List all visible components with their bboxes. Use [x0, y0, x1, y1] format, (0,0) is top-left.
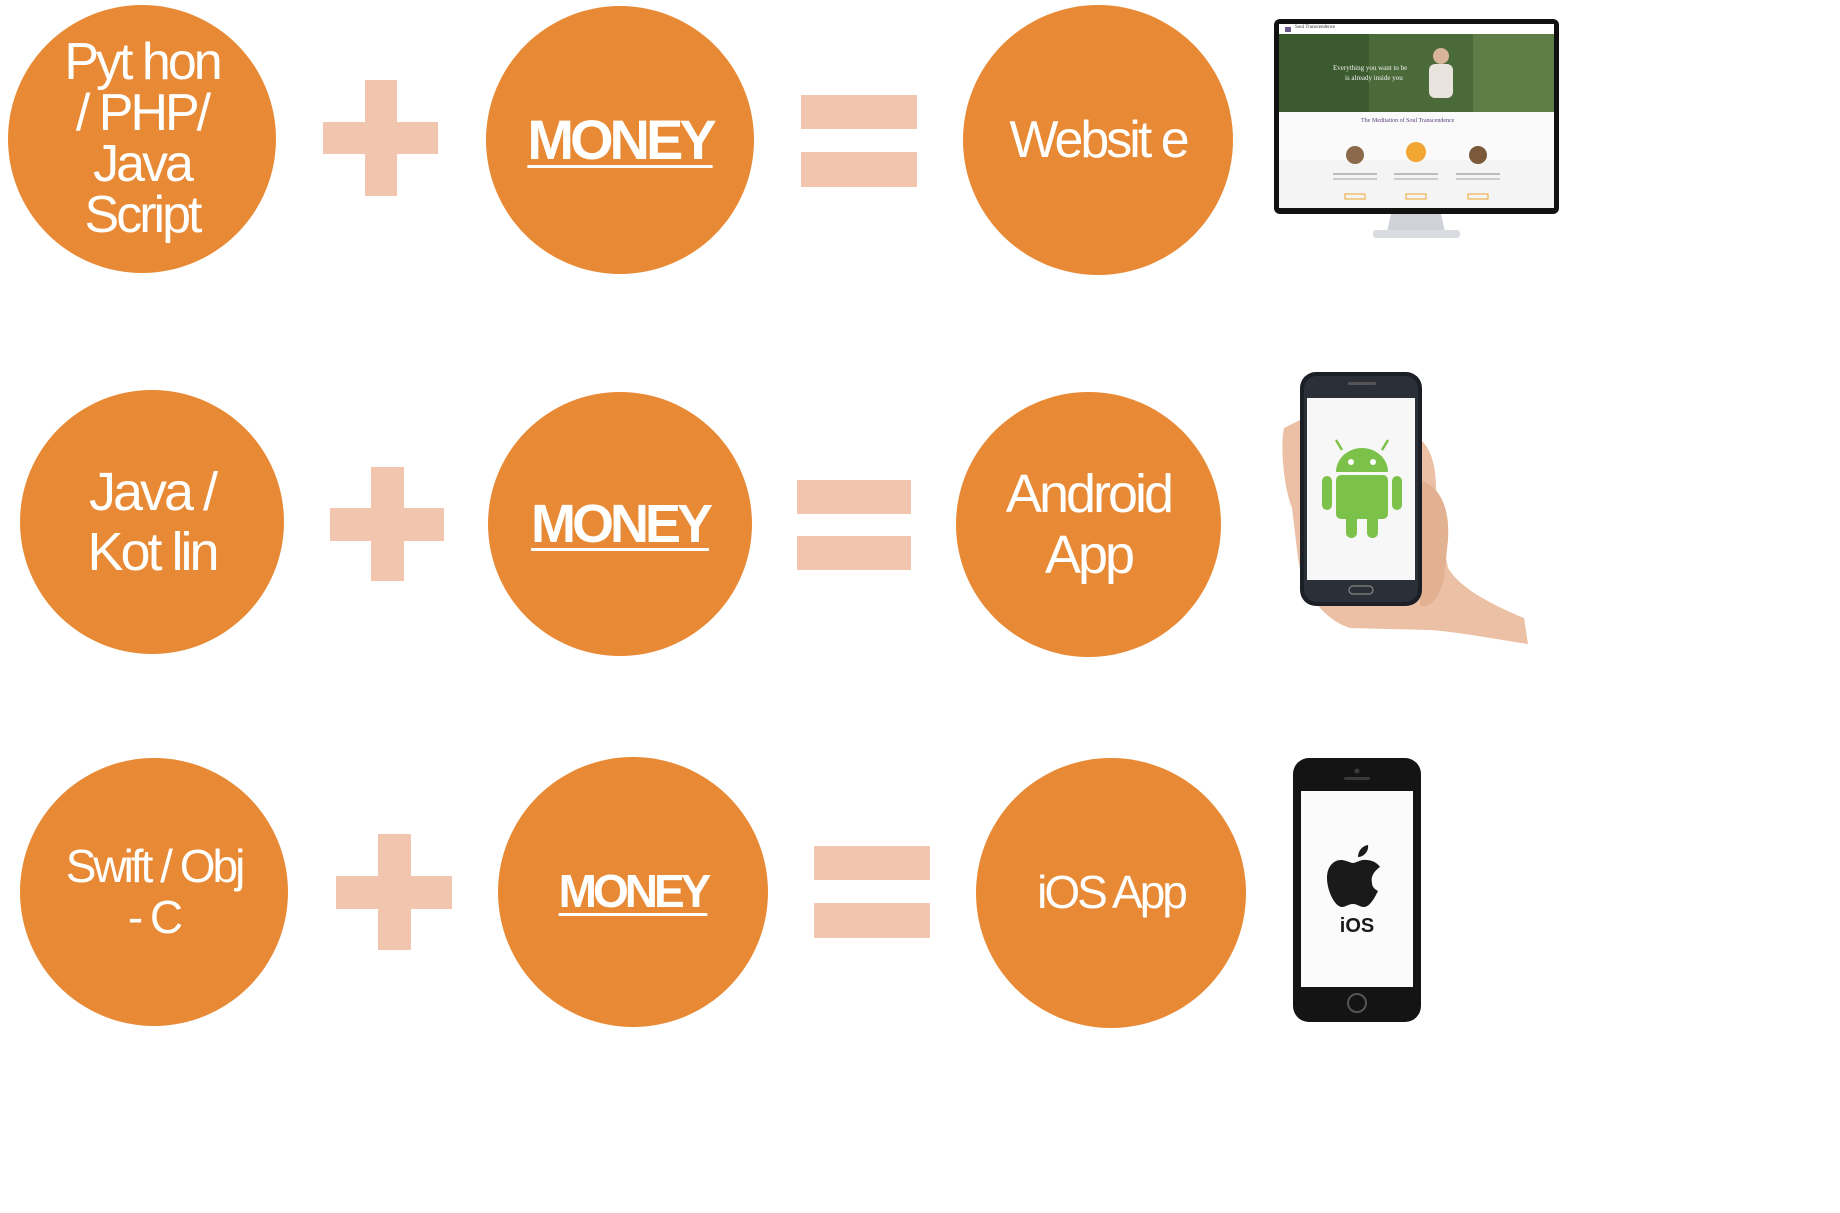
result-label-2: Android App	[1005, 464, 1174, 585]
plus-icon-1	[323, 80, 438, 196]
money-label-2: MONEY	[530, 493, 713, 554]
ios-screen-label: iOS	[1339, 915, 1375, 937]
source-label-1: Pyt hon / PHP/ Java Script	[64, 33, 222, 244]
result-circle-3: iOS App	[976, 758, 1246, 1028]
website-hero-line2: is already inside you	[1345, 74, 1403, 82]
plus-icon-2	[330, 467, 444, 581]
result-label-1: Websit e	[1009, 110, 1189, 169]
source-circle-3: Swift / Obj - C	[20, 758, 288, 1026]
source-circle-2: Java / Kot lin	[20, 390, 284, 654]
website-section-title: The Meditation of Soul Transcendence	[1361, 118, 1455, 124]
plus-icon-3	[336, 834, 452, 950]
monitor-icon: Soul Transcendence Everything you want t…	[1273, 18, 1560, 240]
source-label-3: Swift / Obj - C	[65, 840, 246, 943]
money-label-1: MONEY	[527, 107, 716, 171]
equals-icon-3	[814, 846, 930, 938]
result-circle-1: Websit e	[963, 5, 1233, 275]
website-hero-line1: Everything you want to be	[1333, 64, 1408, 72]
equals-icon-2	[797, 480, 911, 570]
source-label-2: Java / Kot lin	[87, 461, 219, 582]
result-circle-2: Android App	[956, 392, 1221, 657]
iphone-icon: iOS	[1292, 757, 1422, 1023]
website-brand: Soul Transcendence	[1295, 25, 1336, 30]
money-circle-3: MONEY	[498, 757, 768, 1027]
equals-icon-1	[801, 95, 917, 187]
source-circle-1: Pyt hon / PHP/ Java Script	[8, 5, 276, 273]
money-circle-2: MONEY	[488, 392, 752, 656]
android-phone-icon	[1280, 368, 1548, 660]
money-circle-1: MONEY	[486, 6, 754, 274]
result-label-3: iOS App	[1037, 866, 1188, 919]
money-label-3: MONEY	[558, 865, 712, 918]
